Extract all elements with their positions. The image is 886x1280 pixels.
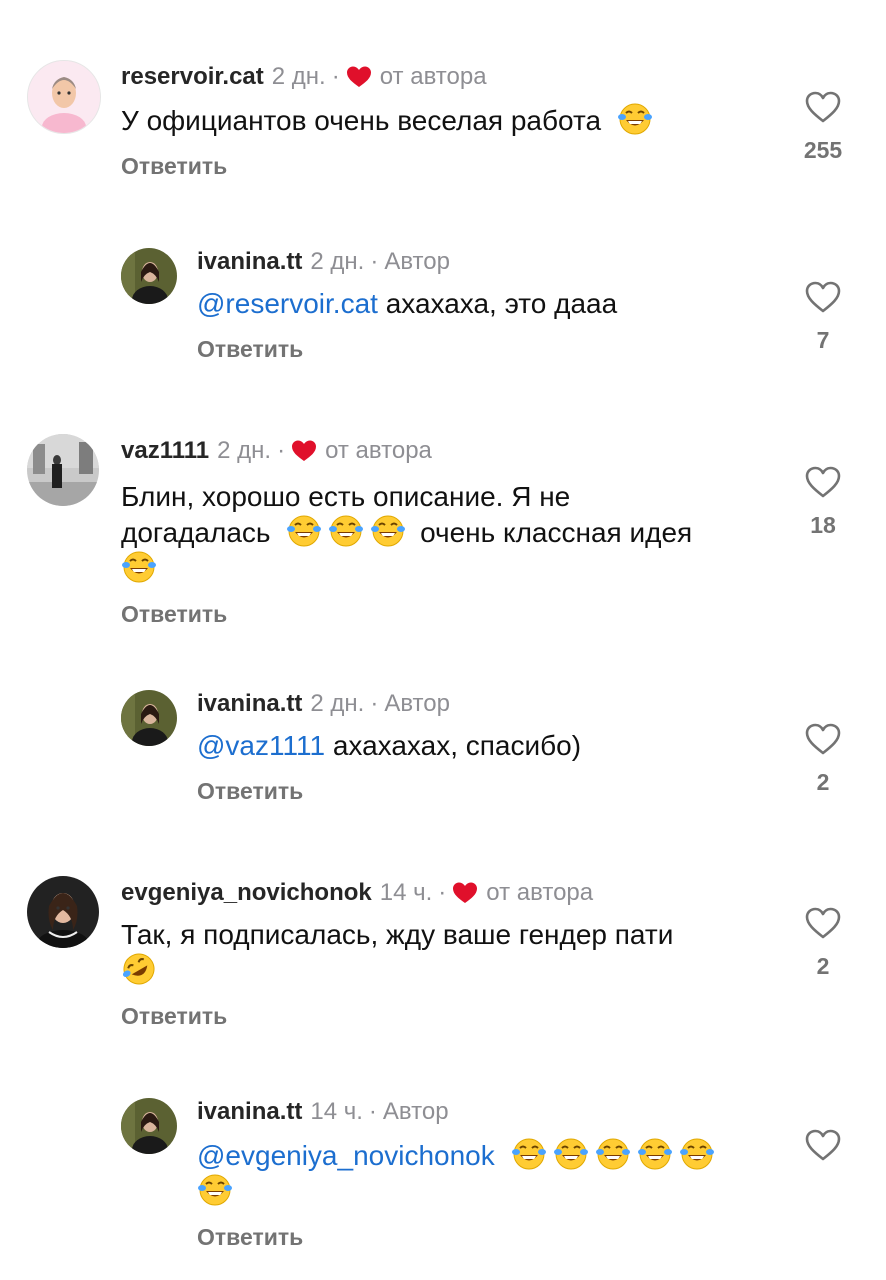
heart-outline-icon[interactable]	[804, 280, 842, 314]
comment-meta: ivanina.tt 2 дн. · Автор	[197, 247, 777, 277]
reply-button[interactable]: Ответить	[121, 152, 771, 180]
author-liked-label: от автора	[486, 879, 594, 906]
laughing-emoji-icon	[286, 514, 322, 548]
comment-text-content: ахахаха, это дааа	[385, 288, 618, 319]
mention-link[interactable]: @evgeniya_novichonok	[197, 1140, 495, 1171]
laughing-emoji-icon	[370, 514, 406, 548]
like-control: 18	[790, 465, 856, 539]
author-badge: Автор	[384, 690, 450, 717]
separator: ·	[277, 437, 286, 464]
separator: ·	[368, 1098, 377, 1125]
username[interactable]: ivanina.tt	[197, 1097, 302, 1127]
like-control	[790, 1128, 856, 1162]
comment-text: @vaz1111 ахахахах, спасибо)	[197, 729, 777, 763]
comment-meta: evgeniya_novichonok 14 ч. · от автора	[121, 878, 771, 908]
separator: ·	[438, 879, 447, 906]
timestamp: 14 ч.	[310, 1098, 363, 1125]
like-count: 18	[810, 512, 836, 538]
laughing-emoji-icon	[617, 102, 653, 136]
comment-text-content: очень классная идея	[420, 517, 693, 548]
comment-text-content: У официантов очень веселая работа	[121, 105, 602, 136]
reply-button[interactable]: Ответить	[197, 335, 777, 363]
avatar[interactable]	[27, 60, 101, 134]
comment-text: @reservoir.cat ахахаха, это дааа	[197, 287, 777, 321]
reply-button[interactable]: Ответить	[121, 600, 771, 628]
comment-text: @evgeniya_novichonok	[197, 1137, 777, 1209]
laughing-emoji-icon	[595, 1137, 631, 1171]
like-control: 2	[790, 722, 856, 796]
username[interactable]: evgeniya_novichonok	[121, 878, 372, 908]
comment-text-line: догадалась очень классная идея	[121, 514, 771, 550]
heart-outline-icon[interactable]	[804, 90, 842, 124]
timestamp: 2 дн.	[271, 63, 326, 90]
author-badge: Автор	[382, 1098, 449, 1125]
author-liked-heart-icon	[346, 65, 372, 89]
author-liked-label: от автора	[379, 63, 487, 90]
comment-text-content: Так, я подписалась, жду ваше гендер пати	[121, 919, 674, 950]
comment-meta: ivanina.tt 2 дн. · Автор	[197, 689, 777, 719]
avatar[interactable]	[121, 248, 177, 304]
rofl-emoji-icon	[121, 952, 157, 986]
avatar[interactable]	[27, 434, 99, 506]
separator: ·	[370, 248, 379, 275]
comment-text-content: ахахахах, спасибо)	[332, 730, 582, 761]
comment-text: У официантов очень веселая работа	[121, 102, 771, 138]
comment-text-line	[121, 550, 771, 586]
comment-text: Так, я подписалась, жду ваше гендер пати	[121, 918, 771, 988]
reply-button[interactable]: Ответить	[197, 1223, 777, 1251]
avatar[interactable]	[27, 876, 99, 948]
laughing-emoji-icon	[553, 1137, 589, 1171]
reply-button[interactable]: Ответить	[121, 1002, 771, 1030]
like-count: 2	[816, 953, 830, 979]
timestamp: 14 ч.	[379, 879, 433, 906]
username[interactable]: ivanina.tt	[197, 689, 302, 719]
comment-meta: reservoir.cat 2 дн. · от автора	[121, 62, 771, 92]
separator: ·	[370, 690, 379, 717]
username[interactable]: ivanina.tt	[197, 247, 302, 277]
avatar[interactable]	[121, 690, 177, 746]
comment-text-line	[197, 1173, 777, 1209]
comment-text-content: догадалась	[121, 517, 271, 548]
timestamp: 2 дн.	[310, 248, 365, 275]
avatar[interactable]	[121, 1098, 177, 1154]
author-liked-heart-icon	[291, 439, 317, 463]
timestamp: 2 дн.	[217, 437, 272, 464]
like-control: 255	[790, 90, 856, 164]
reply-button[interactable]: Ответить	[197, 777, 777, 805]
heart-outline-icon[interactable]	[804, 906, 842, 940]
comment-meta: vaz1111 2 дн. · от автора	[121, 436, 771, 466]
comment-meta: ivanina.tt 14 ч. · Автор	[197, 1097, 777, 1127]
like-control: 2	[790, 906, 856, 980]
mention-link[interactable]: @vaz1111	[197, 730, 325, 761]
comment-text-line	[121, 952, 771, 988]
laughing-emoji-icon	[511, 1137, 547, 1171]
mention-link[interactable]: @reservoir.cat	[197, 288, 378, 319]
laughing-emoji-icon	[679, 1137, 715, 1171]
timestamp: 2 дн.	[310, 690, 365, 717]
comment-text-line: Блин, хорошо есть описание. Я не	[121, 481, 571, 512]
author-liked-heart-icon	[452, 881, 478, 905]
username[interactable]: reservoir.cat	[121, 62, 264, 92]
like-control: 7	[790, 280, 856, 354]
separator: ·	[331, 63, 340, 90]
like-count: 255	[803, 137, 843, 163]
author-liked-label: от автора	[325, 437, 432, 464]
comment-text-line: @evgeniya_novichonok	[197, 1137, 777, 1173]
laughing-emoji-icon	[637, 1137, 673, 1171]
heart-outline-icon[interactable]	[804, 465, 842, 499]
like-count: 2	[816, 769, 830, 795]
laughing-emoji-icon	[121, 550, 157, 584]
author-badge: Автор	[384, 248, 450, 275]
laughing-emoji-icon	[197, 1173, 233, 1207]
heart-outline-icon[interactable]	[804, 1128, 842, 1162]
username[interactable]: vaz1111	[121, 436, 209, 466]
heart-outline-icon[interactable]	[804, 722, 842, 756]
like-count: 7	[816, 327, 830, 353]
comment-text: Блин, хорошо есть описание. Я не догадал…	[121, 480, 771, 586]
laughing-emoji-icon	[328, 514, 364, 548]
